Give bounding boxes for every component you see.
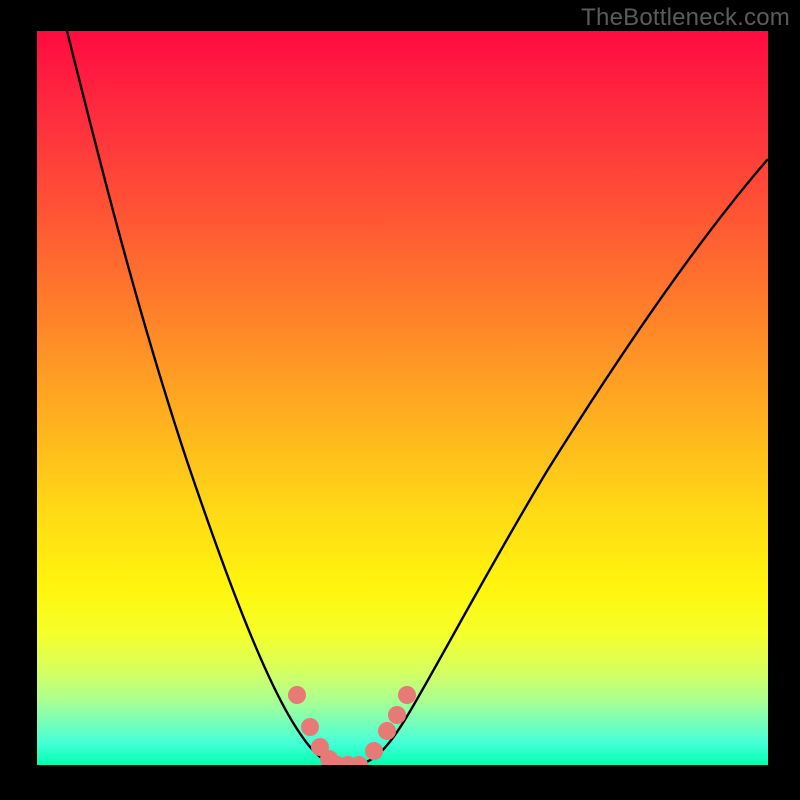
curve-right [353, 159, 768, 765]
marker-dot [365, 742, 383, 760]
marker-dot [388, 706, 406, 724]
marker-group [288, 686, 416, 765]
marker-dot [301, 718, 319, 736]
marker-dot [378, 722, 396, 740]
marker-dot [398, 686, 416, 704]
curve-left [67, 31, 341, 765]
chart-frame: TheBottleneck.com [0, 0, 800, 800]
curve-svg [37, 31, 768, 765]
watermark-text: TheBottleneck.com [581, 4, 790, 32]
marker-dot [288, 686, 306, 704]
bottleneck-curve [67, 31, 768, 765]
plot-area [37, 31, 768, 765]
